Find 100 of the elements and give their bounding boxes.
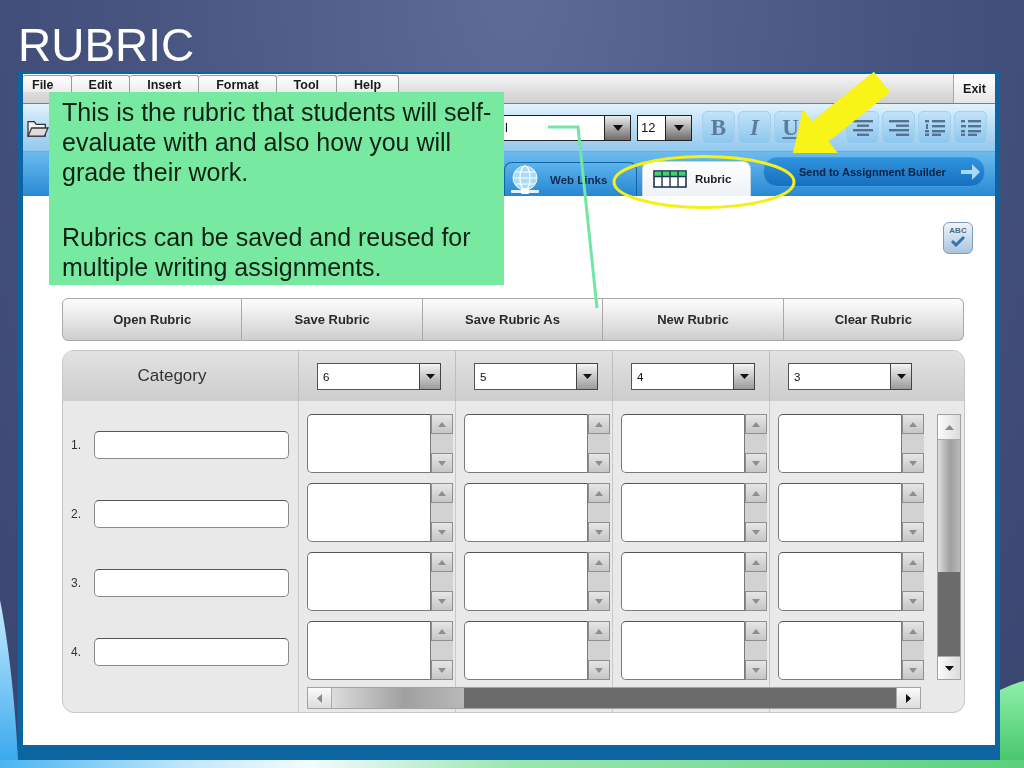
left-triangle-icon (317, 693, 322, 703)
rubric-button[interactable]: Open Rubric (62, 298, 243, 341)
down-triangle-icon (909, 667, 917, 673)
row-number: 3. (71, 575, 82, 590)
caret-icon (673, 124, 684, 131)
dropdown-button[interactable] (419, 363, 441, 390)
text-area-field[interactable] (307, 552, 431, 611)
scroll-up-button[interactable] (745, 483, 767, 503)
score-select-field[interactable]: 3 (788, 363, 890, 390)
rubric-button[interactable]: Save Rubric (242, 298, 423, 341)
scroll-up-button[interactable] (938, 415, 960, 440)
category-field[interactable] (94, 499, 289, 528)
menu-item[interactable]: Edit (71, 75, 131, 92)
text-area-field[interactable] (621, 483, 745, 542)
row-number: 4. (71, 644, 82, 659)
up-triangle-icon (909, 421, 917, 427)
up-triangle-icon (438, 490, 446, 496)
rubric-button[interactable]: Save Rubric As (422, 298, 604, 341)
category-field[interactable] (94, 568, 289, 597)
scroll-up-button[interactable] (745, 552, 767, 572)
text-area-field[interactable] (621, 414, 745, 473)
text-area-field[interactable] (778, 483, 902, 542)
font-size-field[interactable]: 12 (637, 114, 665, 141)
down-triangle-icon (595, 598, 603, 604)
up-triangle-icon (909, 628, 917, 634)
up-triangle-icon (752, 490, 760, 496)
scroll-up-button[interactable] (431, 483, 453, 503)
spellcheck-button[interactable]: ABC (943, 222, 973, 254)
scroll-right-button[interactable] (896, 688, 920, 708)
rubric-button[interactable]: Clear Rubric (783, 298, 964, 341)
text-area-field[interactable] (621, 621, 745, 680)
dropdown-button[interactable] (890, 363, 912, 390)
score-select-field[interactable]: 6 (317, 363, 419, 390)
send-button[interactable]: Send to Assignment Builder (763, 157, 985, 187)
scroll-up-button[interactable] (431, 552, 453, 572)
up-triangle-icon (595, 490, 603, 496)
scroll-up-button[interactable] (588, 552, 610, 572)
score-select-field[interactable]: 5 (474, 363, 576, 390)
menu-item[interactable]: Help (337, 75, 400, 92)
text-area-field[interactable] (464, 483, 588, 542)
text-area-field[interactable] (464, 621, 588, 680)
text-area-field[interactable] (778, 414, 902, 473)
scroll-up-button[interactable] (431, 621, 453, 641)
scroll-up-button[interactable] (745, 621, 767, 641)
up-triangle-icon (909, 490, 917, 496)
scroll-up-button[interactable] (588, 483, 610, 503)
text-area-field[interactable] (464, 414, 588, 473)
down-triangle-icon (438, 667, 446, 673)
down-triangle-icon (438, 460, 446, 466)
scroll-up-button[interactable] (902, 414, 924, 434)
scroll-up-button[interactable] (902, 483, 924, 503)
caret-icon (612, 124, 623, 131)
down-triangle-icon (595, 529, 603, 535)
up-triangle-icon (438, 559, 446, 565)
align-right-button[interactable] (882, 111, 915, 144)
down-triangle-icon (909, 598, 917, 604)
category-field[interactable] (94, 637, 289, 666)
scroll-up-button[interactable] (588, 414, 610, 434)
scroll-left-button[interactable] (308, 688, 332, 708)
tab[interactable]: Rubric (642, 161, 751, 196)
font-field[interactable]: l (504, 114, 604, 141)
scroll-up-button[interactable] (588, 621, 610, 641)
text-area-field[interactable] (621, 552, 745, 611)
dropdown-button[interactable] (665, 114, 692, 141)
caret-icon (739, 374, 749, 379)
text-area-field[interactable] (307, 621, 431, 680)
list-button[interactable] (918, 111, 951, 144)
dropdown-button[interactable] (604, 114, 631, 141)
category-field[interactable] (94, 430, 289, 459)
align-center-icon (852, 119, 873, 136)
scroll-up-button[interactable] (902, 552, 924, 572)
text-area-field[interactable] (307, 483, 431, 542)
scroll-up-button[interactable] (431, 414, 453, 434)
menu-item[interactable]: File (23, 75, 72, 92)
menu-item[interactable]: Insert (130, 75, 200, 92)
down-triangle-icon (909, 460, 917, 466)
exit-button[interactable]: Exit (953, 74, 995, 103)
align-right-icon (888, 119, 909, 136)
scrollbar-thumb[interactable] (332, 688, 464, 708)
text-area-field[interactable] (464, 552, 588, 611)
text-area-field[interactable] (778, 621, 902, 680)
down-triangle-icon (438, 598, 446, 604)
rubric-button[interactable]: New Rubric (603, 298, 784, 341)
text-area-field[interactable] (778, 552, 902, 611)
down-triangle-icon (944, 665, 954, 671)
menu-item[interactable]: Tool (276, 75, 338, 92)
dropdown-button[interactable] (733, 363, 755, 390)
scroll-up-button[interactable] (902, 621, 924, 641)
down-triangle-icon (752, 460, 760, 466)
menu-item[interactable]: Format (199, 75, 277, 92)
scrollbar-thumb[interactable] (938, 440, 960, 572)
score-select-field[interactable]: 4 (631, 363, 733, 390)
scroll-down-button[interactable] (938, 656, 960, 679)
table-icon (653, 170, 687, 188)
scroll-up-button[interactable] (745, 414, 767, 434)
dropdown-button[interactable] (576, 363, 598, 390)
tab[interactable]: Web Links (504, 162, 637, 196)
numbered-list-button[interactable] (954, 111, 987, 144)
up-triangle-icon (752, 559, 760, 565)
text-area-field[interactable] (307, 414, 431, 473)
